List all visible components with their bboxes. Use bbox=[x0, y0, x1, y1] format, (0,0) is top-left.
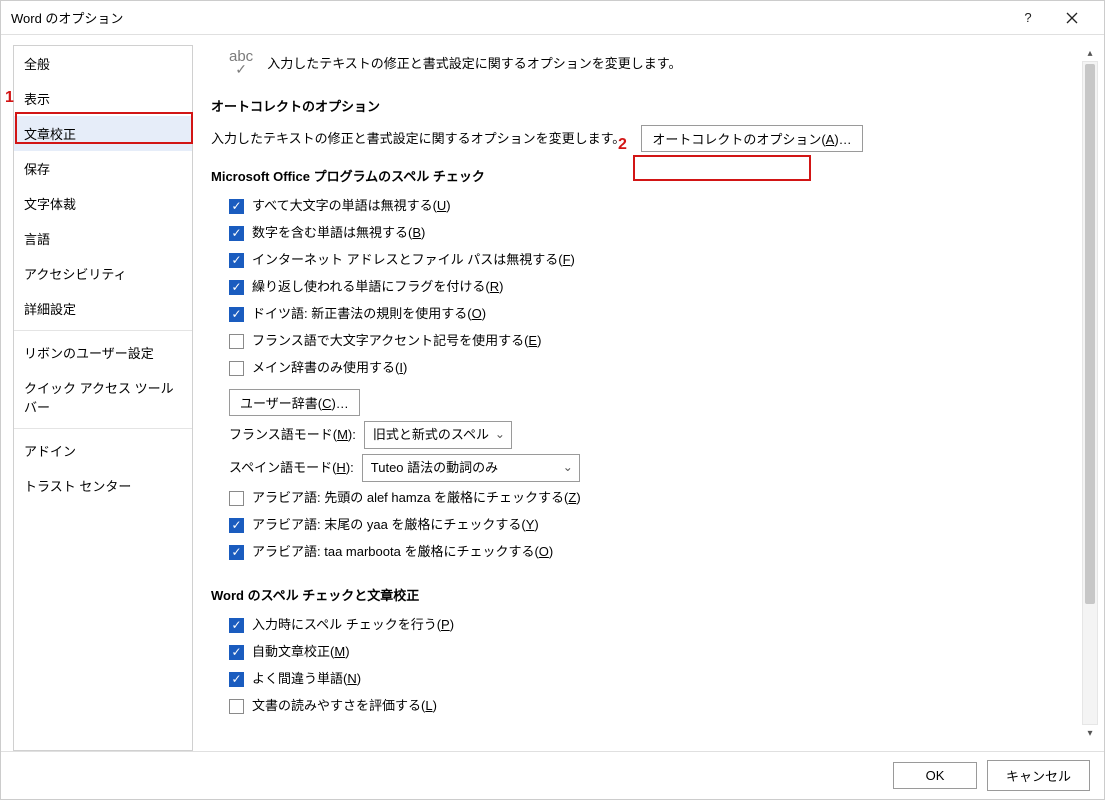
chk-frequently-confused: ✓ よく間違う単語(N) bbox=[229, 668, 1080, 690]
spanish-mode-select[interactable]: Tuteo 語法の動詞のみ bbox=[362, 454, 580, 482]
sidebar-item-proofing[interactable]: 文章校正 bbox=[14, 116, 192, 151]
chk-german-ortho: ✓ ドイツ語: 新正書法の規則を使用する(O) bbox=[229, 303, 1080, 325]
sidebar-separator bbox=[14, 330, 192, 331]
scroll-track[interactable] bbox=[1082, 61, 1098, 725]
dialog-footer: OK キャンセル bbox=[1, 751, 1104, 799]
chk-readability: 文書の読みやすさを評価する(L) bbox=[229, 695, 1080, 717]
chk-ignore-numbers: ✓ 数字を含む単語は無視する(B) bbox=[229, 222, 1080, 244]
office-spell-options: ✓ すべて大文字の単語は無視する(U) ✓ 数字を含む単語は無視する(B) ✓ … bbox=[229, 195, 1080, 563]
checkbox[interactable] bbox=[229, 361, 244, 376]
french-mode-select[interactable]: 旧式と新式のスペル bbox=[364, 421, 512, 449]
sidebar-item-accessibility[interactable]: アクセシビリティ bbox=[14, 256, 192, 291]
chk-main-dict-only: メイン辞書のみ使用する(I) bbox=[229, 357, 1080, 379]
section-office-spell-title: Microsoft Office プログラムのスペル チェック bbox=[211, 166, 1080, 185]
chk-auto-grammar: ✓ 自動文章校正(M) bbox=[229, 641, 1080, 663]
chk-check-as-type: ✓ 入力時にスペル チェックを行う(P) bbox=[229, 614, 1080, 636]
checkbox[interactable]: ✓ bbox=[229, 518, 244, 533]
titlebar: Word のオプション ? bbox=[1, 1, 1104, 35]
autocorrect-row: 入力したテキストの修正と書式設定に関するオプションを変更します。 オートコレクト… bbox=[211, 125, 1080, 152]
options-dialog: Word のオプション ? 全般 表示 文章校正 保存 文字体裁 言語 アクセシ… bbox=[0, 0, 1105, 800]
dialog-body: 全般 表示 文章校正 保存 文字体裁 言語 アクセシビリティ 詳細設定 リボンの… bbox=[1, 35, 1104, 751]
sidebar-item-advanced[interactable]: 詳細設定 bbox=[14, 291, 192, 326]
chk-arabic-yaa: ✓ アラビア語: 末尾の yaa を厳格にチェックする(Y) bbox=[229, 514, 1080, 536]
help-button[interactable]: ? bbox=[1006, 3, 1050, 33]
autocorrect-desc: 入力したテキストの修正と書式設定に関するオプションを変更します。 bbox=[211, 128, 625, 150]
checkbox[interactable]: ✓ bbox=[229, 226, 244, 241]
chk-french-accents: フランス語で大文字アクセント記号を使用する(E) bbox=[229, 330, 1080, 352]
ok-button[interactable]: OK bbox=[893, 762, 977, 789]
content-panel: abc✓ 入力したテキストの修正と書式設定に関するオプションを変更します。 オー… bbox=[211, 45, 1098, 751]
proofing-icon: abc✓ bbox=[229, 49, 253, 76]
checkbox[interactable]: ✓ bbox=[229, 618, 244, 633]
checkbox[interactable] bbox=[229, 334, 244, 349]
section-autocorrect-title: オートコレクトのオプション bbox=[211, 96, 1080, 115]
sidebar-separator bbox=[14, 428, 192, 429]
user-dict-button[interactable]: ユーザー辞書(C)… bbox=[229, 389, 360, 416]
scroll-down-arrow-icon[interactable]: ▾ bbox=[1082, 725, 1098, 741]
checkbox[interactable]: ✓ bbox=[229, 645, 244, 660]
window-title: Word のオプション bbox=[11, 8, 1006, 27]
spanish-mode-row: スペイン語モード(H): Tuteo 語法の動詞のみ bbox=[229, 454, 1080, 482]
chk-arabic-taa: ✓ アラビア語: taa marboota を厳格にチェックする(O) bbox=[229, 541, 1080, 563]
sidebar-item-trust-center[interactable]: トラスト センター bbox=[14, 468, 192, 503]
scroll-up-arrow-icon[interactable]: ▴ bbox=[1082, 45, 1098, 61]
sidebar-item-language[interactable]: 言語 bbox=[14, 221, 192, 256]
autocorrect-options-button[interactable]: オートコレクトのオプション(A)… bbox=[641, 125, 862, 152]
sidebar-item-general[interactable]: 全般 bbox=[14, 46, 192, 81]
checkbox[interactable]: ✓ bbox=[229, 280, 244, 295]
chk-ignore-uppercase: ✓ すべて大文字の単語は無視する(U) bbox=[229, 195, 1080, 217]
sidebar-item-quick-access[interactable]: クイック アクセス ツール バー bbox=[14, 370, 192, 424]
user-dict-row: ユーザー辞書(C)… bbox=[229, 389, 1080, 416]
category-sidebar: 全般 表示 文章校正 保存 文字体裁 言語 アクセシビリティ 詳細設定 リボンの… bbox=[13, 45, 193, 751]
page-header: abc✓ 入力したテキストの修正と書式設定に関するオプションを変更します。 bbox=[229, 49, 1080, 76]
cancel-button[interactable]: キャンセル bbox=[987, 760, 1090, 791]
sidebar-item-save[interactable]: 保存 bbox=[14, 151, 192, 186]
checkbox[interactable] bbox=[229, 699, 244, 714]
sidebar-item-addins[interactable]: アドイン bbox=[14, 433, 192, 468]
close-icon bbox=[1066, 12, 1078, 24]
checkbox[interactable]: ✓ bbox=[229, 199, 244, 214]
sidebar-item-customize-ribbon[interactable]: リボンのユーザー設定 bbox=[14, 335, 192, 370]
section-word-spell-title: Word のスペル チェックと文章校正 bbox=[211, 585, 1080, 604]
chk-ignore-internet: ✓ インターネット アドレスとファイル パスは無視する(F) bbox=[229, 249, 1080, 271]
close-button[interactable] bbox=[1050, 3, 1094, 33]
sidebar-item-typography[interactable]: 文字体裁 bbox=[14, 186, 192, 221]
word-spell-options: ✓ 入力時にスペル チェックを行う(P) ✓ 自動文章校正(M) ✓ よく間違う… bbox=[229, 614, 1080, 717]
page-description: 入力したテキストの修正と書式設定に関するオプションを変更します。 bbox=[267, 53, 681, 72]
scroll-viewport: abc✓ 入力したテキストの修正と書式設定に関するオプションを変更します。 オー… bbox=[211, 45, 1080, 741]
chk-flag-repeated: ✓ 繰り返し使われる単語にフラグを付ける(R) bbox=[229, 276, 1080, 298]
chk-arabic-alef: アラビア語: 先頭の alef hamza を厳格にチェックする(Z) bbox=[229, 487, 1080, 509]
checkbox[interactable]: ✓ bbox=[229, 672, 244, 687]
checkbox[interactable] bbox=[229, 491, 244, 506]
vertical-scrollbar[interactable]: ▴ ▾ bbox=[1082, 45, 1098, 741]
checkbox[interactable]: ✓ bbox=[229, 307, 244, 322]
sidebar-item-display[interactable]: 表示 bbox=[14, 81, 192, 116]
french-mode-row: フランス語モード(M): 旧式と新式のスペル bbox=[229, 421, 1080, 449]
checkbox[interactable]: ✓ bbox=[229, 253, 244, 268]
checkbox[interactable]: ✓ bbox=[229, 545, 244, 560]
scroll-thumb[interactable] bbox=[1085, 64, 1095, 604]
